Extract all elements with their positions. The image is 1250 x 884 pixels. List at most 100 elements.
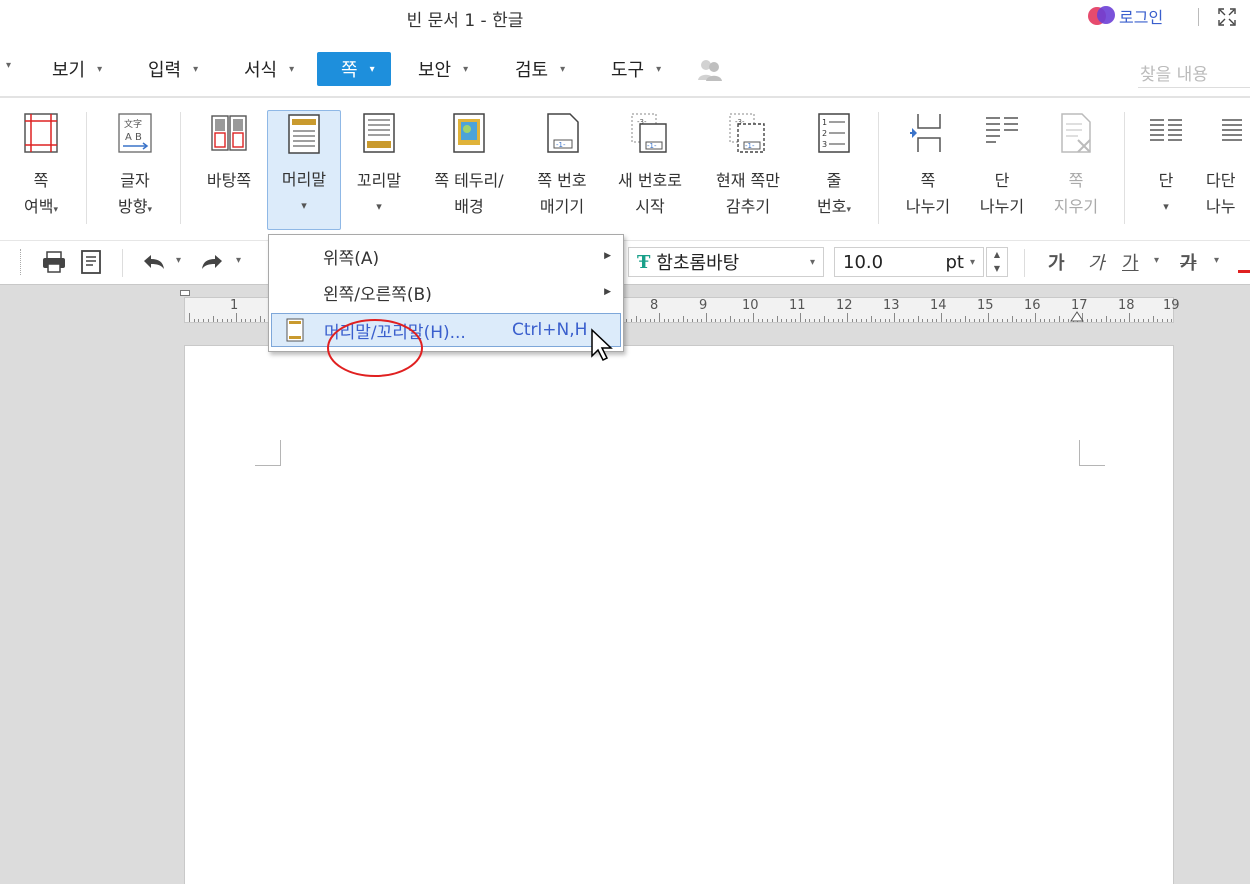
page-border-button[interactable]: 쪽 테두리/ 배경 <box>420 110 518 220</box>
share-people-icon[interactable] <box>696 56 724 82</box>
preview-icon[interactable] <box>78 249 104 275</box>
multi-columns-button[interactable]: 다단 나누 <box>1200 110 1250 220</box>
ruler-tick <box>1063 319 1065 322</box>
redo-icon[interactable] <box>198 249 226 275</box>
text-direction-button[interactable]: 文字 A B 글자 방향▾ <box>104 110 166 223</box>
title-separator <box>1198 8 1199 26</box>
ruler-tick <box>1025 319 1027 322</box>
font-type-icon: Ŧ <box>637 251 651 273</box>
ruler-tick <box>1086 319 1088 322</box>
fullscreen-icon[interactable] <box>1218 8 1236 31</box>
ruler-tick <box>861 319 863 322</box>
hide-page-button[interactable]: -3- -1- 현재 쪽만 감추기 <box>704 110 792 220</box>
menu-item-left-right[interactable]: 왼쪽/오른쪽(B) ▶ <box>271 275 621 309</box>
page-break-button[interactable]: 쪽 나누기 <box>896 110 960 220</box>
menu-insert[interactable]: 입력 ▾ <box>148 52 198 86</box>
strike-dropdown-icon[interactable]: ▾ <box>1214 255 1219 281</box>
toolbar-grip <box>20 249 22 275</box>
header-label: 머리말 <box>281 170 327 189</box>
page-number-button[interactable]: -1- 쪽 번호 매기기 <box>526 110 598 220</box>
ruler-tick <box>955 319 957 322</box>
font-color-button[interactable] <box>1238 251 1250 273</box>
underline-dropdown-icon[interactable]: ▾ <box>1154 255 1159 281</box>
strikethrough-button[interactable]: 가 <box>1180 249 1197 275</box>
multi-columns-icon <box>1222 119 1242 141</box>
ruler-tick <box>983 319 985 322</box>
ruler-tick <box>917 316 919 322</box>
new-number-button[interactable]: -3- -1- 새 번호로 시작 <box>608 110 692 220</box>
undo-dropdown-icon[interactable]: ▾ <box>176 255 181 281</box>
ruler-tick <box>837 319 839 322</box>
page-margin-button[interactable]: 쪽 여백▾ <box>14 110 68 223</box>
search-input[interactable]: 찾을 내용 <box>1138 54 1250 88</box>
ruler-marker-icon[interactable] <box>180 290 190 296</box>
ruler-tick <box>767 319 769 322</box>
ruler-tick <box>1110 319 1112 322</box>
ruler-tick <box>1152 316 1154 322</box>
ruler-tick <box>259 316 261 322</box>
page-number-label: 쪽 번호 매기기 <box>537 171 587 216</box>
column-break-label: 단 나누기 <box>979 171 1025 216</box>
toolbar-separator <box>122 249 123 277</box>
ruler-tick <box>894 313 895 322</box>
chevron-down-icon: ▾ <box>97 63 103 75</box>
menu-item-top[interactable]: 위쪽(A) ▶ <box>271 239 621 273</box>
menu-tools[interactable]: 도구 ▾ <box>611 52 661 86</box>
ruler-tick <box>1035 313 1036 322</box>
right-indent-marker-icon[interactable] <box>1069 311 1085 323</box>
italic-button[interactable]: 가 <box>1088 249 1105 275</box>
font-select[interactable]: Ŧ 함초롬바탕 ▾ <box>628 247 824 277</box>
ruler-tick <box>978 319 980 322</box>
line-number-button[interactable]: 123 줄 번호▾ <box>806 110 862 223</box>
print-icon[interactable] <box>40 249 68 275</box>
ruler-tick <box>832 319 834 322</box>
footer-button[interactable]: 꼬리말 ▾ <box>348 110 410 220</box>
ruler-tick <box>1138 319 1140 322</box>
undo-icon[interactable] <box>140 249 168 275</box>
mouse-cursor-icon <box>591 328 613 362</box>
bold-button[interactable]: 가 <box>1048 249 1065 275</box>
redo-dropdown-icon[interactable]: ▾ <box>236 255 241 281</box>
column-break-button[interactable]: 단 나누기 <box>970 110 1034 220</box>
ruler-tick <box>677 319 679 322</box>
underline-button[interactable]: 가 <box>1122 249 1139 275</box>
ruler-tick <box>1143 319 1145 322</box>
menu-scroll-left-icon[interactable]: ▾ <box>6 60 11 71</box>
menu-page[interactable]: 쪽 ▾ <box>317 52 391 86</box>
svg-text:1: 1 <box>822 118 827 127</box>
ruler-tick <box>941 313 942 322</box>
master-page-button[interactable]: 바탕쪽 <box>198 110 260 194</box>
menu-page-label: 쪽 <box>341 60 358 81</box>
menu-item-header-footer[interactable]: 머리말/꼬리말(H)... Ctrl+N,H <box>271 313 621 347</box>
page-margin-icon <box>24 113 58 153</box>
master-page-label: 바탕쪽 <box>206 171 252 190</box>
ruler-tick <box>221 319 223 322</box>
ruler-tick <box>851 319 853 322</box>
header-button[interactable]: 머리말 ▾ <box>267 110 341 230</box>
document-page[interactable] <box>184 345 1174 884</box>
ruler-tick <box>997 319 999 322</box>
delete-page-button[interactable]: 쪽 지우기 <box>1044 110 1108 220</box>
ruler-label: 11 <box>789 298 806 313</box>
ribbon-separator <box>180 112 181 224</box>
columns-button[interactable]: 단 ▾ <box>1140 110 1192 220</box>
menu-review[interactable]: 검토 ▾ <box>515 52 565 86</box>
ruler-tick <box>231 319 233 322</box>
font-size-stepper[interactable]: ▲ ▼ <box>986 247 1008 277</box>
menu-view[interactable]: 보기 ▾ <box>52 52 102 86</box>
ruler-tick <box>696 319 698 322</box>
font-size-input[interactable]: 10.0 pt ▾ <box>834 247 984 277</box>
login-button[interactable]: 로그인 <box>1088 4 1163 28</box>
title-bar: 빈 문서 1 - 한글 로그인 <box>0 0 1250 36</box>
ruler-tick <box>729 316 731 322</box>
ruler-label: 16 <box>1024 298 1041 313</box>
menu-security[interactable]: 보안 ▾ <box>418 52 468 86</box>
ruler-tick <box>795 319 797 322</box>
menu-format[interactable]: 서식 ▾ <box>244 52 294 86</box>
ruler-tick <box>189 313 190 322</box>
ruler-tick <box>879 319 881 322</box>
ruler-tick <box>809 319 811 322</box>
svg-text:文字: 文字 <box>124 118 142 130</box>
ruler-tick <box>1044 319 1046 322</box>
ruler-tick <box>193 319 195 322</box>
